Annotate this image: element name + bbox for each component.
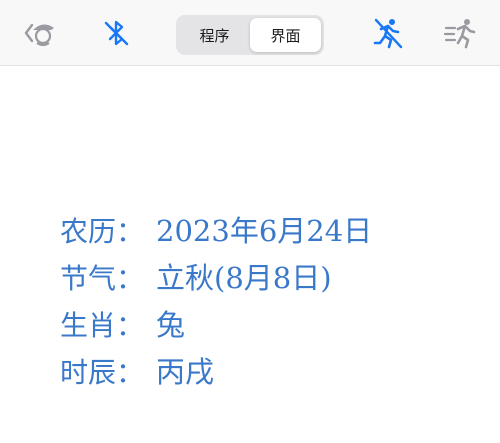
row-separator: ： <box>116 215 145 248</box>
row-separator: ： <box>116 356 145 389</box>
toolbar: 程序 界面 <box>0 0 500 66</box>
lunar-info-panel: 农历： 2023年6月24日 节气：立秋(8月8日) 生肖：兔 时辰：丙戌 <box>60 208 372 396</box>
lunar-date-row: 农历： 2023年6月24日 <box>60 208 372 255</box>
running-off-icon-svg <box>373 18 403 49</box>
speed-running-icon[interactable] <box>442 15 478 51</box>
row-value: 兔 <box>156 308 186 342</box>
row-separator: ： <box>116 262 145 295</box>
row-value: 2023年6月24日 <box>156 214 373 248</box>
row-label: 农历 <box>60 215 117 248</box>
zodiac-row: 生肖： 兔 <box>60 302 372 349</box>
running-off-icon[interactable] <box>370 15 406 51</box>
row-label: 生肖 <box>60 309 117 342</box>
row-value: 丙戌 <box>156 355 215 389</box>
row-separator: ： <box>116 309 145 342</box>
mode-segmented-control: 程序 界面 <box>176 15 324 55</box>
segment-program[interactable]: 程序 <box>179 18 250 52</box>
row-label: 节气 <box>60 262 117 295</box>
speed-running-icon-svg <box>443 19 476 49</box>
row-value: 立秋(8月8日) <box>156 261 332 295</box>
solar-term-row: 节气： 立秋(8月8日) <box>60 255 372 302</box>
hour-row: 时辰： 丙戌 <box>60 349 372 396</box>
row-label: 时辰 <box>60 356 117 389</box>
bluetooth-off-icon[interactable] <box>98 15 134 51</box>
hat-hero-icon[interactable] <box>22 15 58 51</box>
segment-interface[interactable]: 界面 <box>250 18 321 52</box>
bluetooth-off-icon-svg <box>104 20 129 46</box>
hat-hero-icon-svg <box>24 23 54 47</box>
